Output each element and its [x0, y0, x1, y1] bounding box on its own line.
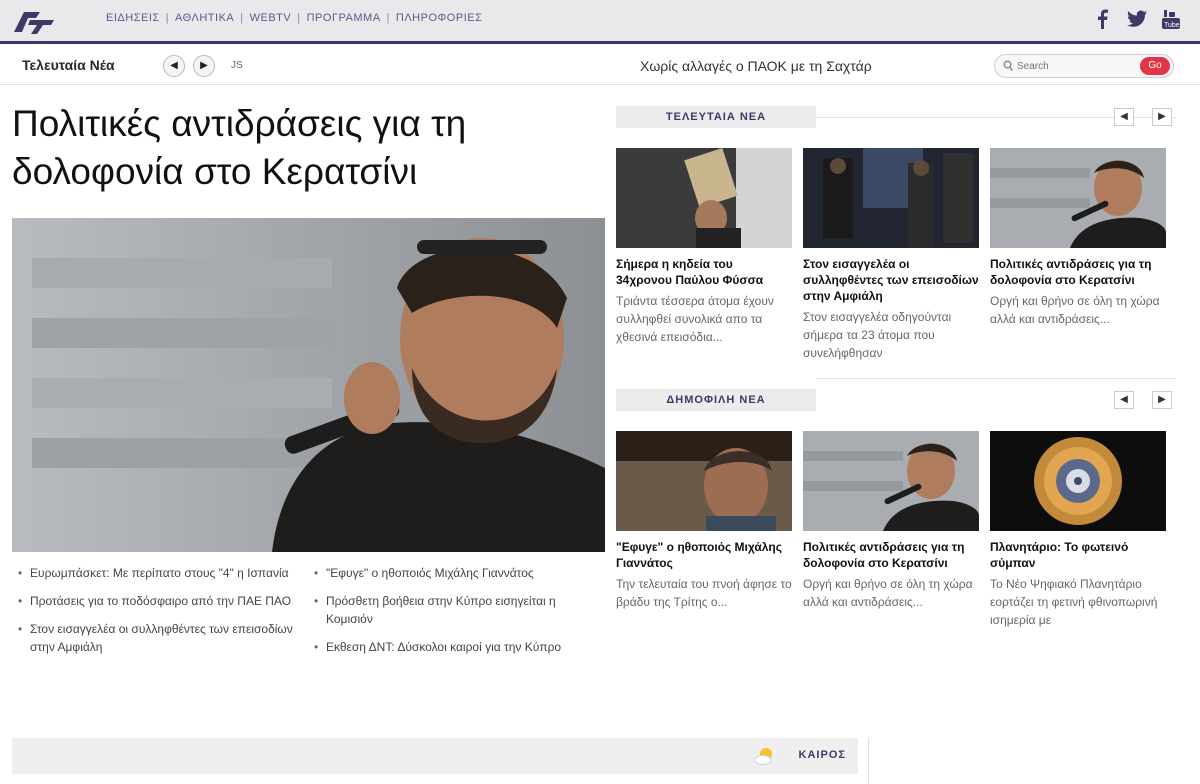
news-card[interactable]: Πολιτικές αντιδράσεις για τη δολοφονία σ… — [990, 148, 1166, 350]
popular-next-button[interactable]: ▶ — [1152, 391, 1172, 409]
top-navigation-bar: ΕΙΔΗΣΕΙΣ | ΑΘΛΗΤΙΚΑ | WEBTV | ΠΡΟΓΡΑΜΜΑ … — [0, 0, 1200, 44]
news-card-title[interactable]: Σήμερα η κηδεία του 34χρονου Παύλου Φύσσ… — [616, 256, 792, 288]
facebook-icon[interactable] — [1092, 8, 1114, 30]
main-story-image[interactable] — [12, 218, 605, 552]
news-card-image[interactable] — [803, 431, 979, 531]
news-card-image[interactable] — [990, 148, 1166, 248]
latest-next-button[interactable]: ▶ — [1152, 108, 1172, 126]
news-card[interactable]: Σήμερα η κηδεία του 34χρονου Παύλου Φύσσ… — [616, 148, 792, 350]
news-card-title[interactable]: Πολιτικές αντιδράσεις για τη δολοφονία σ… — [990, 256, 1166, 288]
weather-icon — [754, 748, 772, 765]
search-input[interactable] — [1017, 58, 1127, 74]
list-item[interactable]: Ευρωμπάσκετ: Με περίπατο στους "4" η Ισπ… — [16, 564, 306, 582]
news-card-image[interactable] — [616, 431, 792, 531]
twitter-icon[interactable] — [1126, 8, 1148, 30]
ticker-headline[interactable]: Χωρίς αλλαγές ο ΠΑΟΚ με τη Σαχτάρ — [640, 58, 872, 74]
list-item[interactable]: Στον εισαγγελέα οι συλληφθέντες των επει… — [16, 620, 306, 656]
svg-text:Tube: Tube — [1164, 22, 1180, 29]
news-card-summary: Τριάντα τέσσερα άτομα έχουν συλληφθεί συ… — [616, 294, 774, 344]
ticker-label: Τελευταία Νέα — [22, 57, 115, 73]
search-go-button[interactable]: Go — [1140, 57, 1170, 75]
ticker-next-button[interactable]: ▶ — [193, 55, 215, 77]
list-item[interactable]: Προτάσεις για το ποδόσφαιρο από την ΠΑΕ … — [16, 592, 306, 610]
news-card-title[interactable]: Πλανητάριο: Το φωτεινό σύμπαν — [990, 539, 1166, 571]
weather-label: ΚΑΙΡΟΣ — [798, 749, 846, 761]
main-menu: ΕΙΔΗΣΕΙΣ | ΑΘΛΗΤΙΚΑ | WEBTV | ΠΡΟΓΡΑΜΜΑ … — [100, 12, 488, 24]
nav-item-sports[interactable]: ΑΘΛΗΤΙΚΑ — [169, 12, 240, 24]
news-card-summary: Οργή και θρήνο σε όλη τη χώρα αλλά και α… — [803, 577, 973, 609]
news-card[interactable]: "Εφυγε" ο ηθοποιός Μιχάλης Γιαννάτος Την… — [616, 431, 792, 633]
news-card-image[interactable] — [616, 148, 792, 248]
latest-news-header: ΤΕΛΕΥΤΑΙΑ ΝΕΑ — [616, 106, 816, 128]
search-box: Go — [994, 54, 1174, 78]
weather-bar[interactable]: ΚΑΙΡΟΣ — [12, 738, 858, 774]
nav-item-info[interactable]: ΠΛΗΡΟΦΟΡΙΕΣ — [390, 12, 489, 24]
news-card[interactable]: Πολιτικές αντιδράσεις για τη δολοφονία σ… — [803, 431, 979, 633]
column-divider — [868, 738, 869, 784]
main-headline[interactable]: Πολιτικές αντιδράσεις για τη δολοφονία σ… — [12, 100, 612, 196]
section-divider — [816, 378, 1176, 379]
latest-prev-button[interactable]: ◀ — [1114, 108, 1134, 126]
latest-news-ticker: Τελευταία Νέα ◀ ▶ JS Χωρίς αλλαγές ο ΠΑΟ… — [0, 47, 1200, 85]
nav-item-program[interactable]: ΠΡΟΓΡΑΜΜΑ — [301, 12, 387, 24]
news-card-summary: Την τελευταία του πνοή άφησε το βράδυ τη… — [616, 577, 792, 609]
news-card-summary: Στον εισαγγελέα οδηγούνται σήμερα τα 23 … — [803, 310, 952, 360]
nav-item-news[interactable]: ΕΙΔΗΣΕΙΣ — [100, 12, 166, 24]
youtube-icon[interactable]: Tube — [1160, 8, 1182, 30]
popular-prev-button[interactable]: ◀ — [1114, 391, 1134, 409]
more-news-list-left: Ευρωμπάσκετ: Με περίπατο στους "4" η Ισπ… — [16, 564, 306, 666]
ticker-prev-button[interactable]: ◀ — [163, 55, 185, 77]
more-news-list-right: "Εφυγε" ο ηθοποιός Μιχάλης Γιαννάτος Πρό… — [312, 564, 602, 666]
list-item[interactable]: Εκθεση ΔΝΤ: Δύσκολοι καιροί για την Κύπρ… — [312, 638, 602, 656]
popular-news-header: ΔΗΜΟΦΙΛΗ ΝΕΑ — [616, 389, 816, 411]
nav-item-webtv[interactable]: WEBTV — [244, 12, 298, 24]
news-card-title[interactable]: Πολιτικές αντιδράσεις για τη δολοφονία σ… — [803, 539, 979, 571]
news-card-summary: Το Νέο Ψηφιακό Πλανητάριο εορτάζει τη φε… — [990, 577, 1158, 627]
list-item[interactable]: "Εφυγε" ο ηθοποιός Μιχάλης Γιαννάτος — [312, 564, 602, 582]
news-card[interactable]: Πλανητάριο: Το φωτεινό σύμπαν Το Νέο Ψηφ… — [990, 431, 1166, 633]
news-card-image[interactable] — [803, 148, 979, 248]
news-card-summary: Οργή και θρήνο σε όλη τη χώρα αλλά και α… — [990, 294, 1160, 326]
logo-icon[interactable] — [10, 6, 58, 36]
ticker-small-text: JS — [231, 60, 243, 71]
news-card[interactable]: Στον εισαγγελέα οι συλληφθέντες των επει… — [803, 148, 979, 366]
news-card-title[interactable]: "Εφυγε" ο ηθοποιός Μιχάλης Γιαννάτος — [616, 539, 792, 571]
news-card-image[interactable] — [990, 431, 1166, 531]
social-links: Tube — [1092, 8, 1182, 30]
news-card-title[interactable]: Στον εισαγγελέα οι συλληφθέντες των επει… — [803, 256, 979, 304]
list-item[interactable]: Πρόσθετη βοήθεια στην Κύπρο εισηγείται η… — [312, 592, 602, 628]
search-icon — [1003, 60, 1013, 72]
